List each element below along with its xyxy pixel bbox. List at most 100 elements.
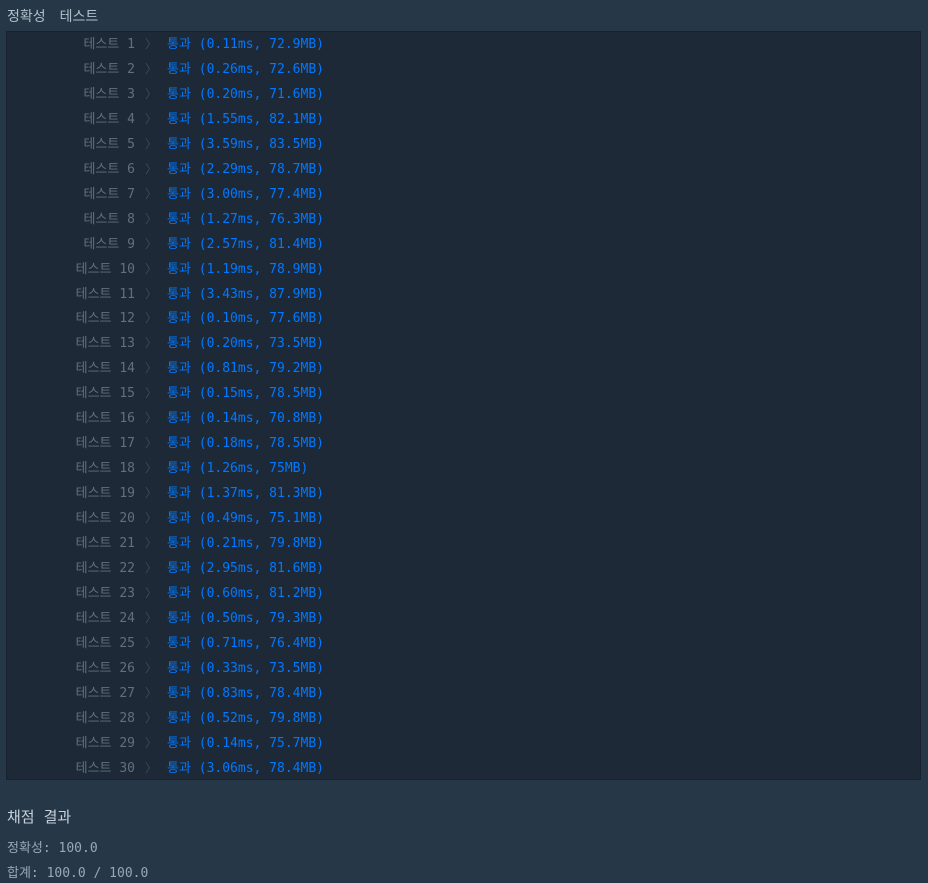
test-result-text: 통과 (1.37ms, 81.3MB) xyxy=(167,486,324,502)
test-result-text: 통과 (1.26ms, 75MB) xyxy=(167,461,309,477)
chevron-right-icon: 〉 xyxy=(145,261,158,276)
test-label: 테스트 10 xyxy=(75,261,135,277)
chevron-right-icon: 〉 xyxy=(145,336,158,351)
chevron-right-icon: 〉 xyxy=(145,186,158,201)
test-result-row: 테스트 24 〉 통과 (0.50ms, 79.3MB) xyxy=(7,606,920,631)
test-result-row: 테스트 20 〉 통과 (0.49ms, 75.1MB) xyxy=(7,506,920,531)
chevron-right-icon: 〉 xyxy=(145,136,158,151)
chevron-right-icon: 〉 xyxy=(145,386,158,401)
accuracy-score: 정확성: 100.0 xyxy=(7,841,98,856)
test-label: 테스트 28 xyxy=(75,710,135,726)
chevron-right-icon: 〉 xyxy=(145,585,158,600)
test-result-row: 테스트 22 〉 통과 (2.95ms, 81.6MB) xyxy=(7,556,920,581)
chevron-right-icon: 〉 xyxy=(145,536,158,550)
test-label: 테스트 14 xyxy=(75,361,135,377)
test-result-text: 통과 (0.14ms, 70.8MB) xyxy=(167,411,324,427)
accuracy-tab: 정확성 xyxy=(7,9,46,25)
test-label: 테스트 30 xyxy=(75,760,135,776)
chevron-right-icon: 〉 xyxy=(145,411,158,426)
test-result-text: 통과 (2.95ms, 81.6MB) xyxy=(167,560,324,576)
test-result-text: 통과 (0.18ms, 78.5MB) xyxy=(167,436,324,452)
test-result-row: 테스트 1 〉 통과 (0.11ms, 72.9MB) xyxy=(7,32,920,57)
chevron-right-icon: 〉 xyxy=(145,511,158,526)
test-tab: 테스트 xyxy=(59,9,99,25)
test-result-row: 테스트 27 〉 통과 (0.83ms, 78.4MB) xyxy=(7,681,920,706)
test-result-row: 테스트 18 〉 통과 (1.26ms, 75MB) xyxy=(7,456,920,481)
test-label: 테스트 9 xyxy=(83,236,135,252)
test-label: 테스트 20 xyxy=(75,511,135,527)
test-result-text: 통과 (0.71ms, 76.4MB) xyxy=(167,635,324,651)
test-label: 테스트 17 xyxy=(75,436,135,452)
test-result-row: 테스트 6 〉 통과 (2.29ms, 78.7MB) xyxy=(7,157,920,182)
test-label: 테스트 21 xyxy=(75,536,135,551)
test-result-row: 테스트 11 〉 통과 (3.43ms, 87.9MB) xyxy=(7,282,920,307)
test-result-row: 테스트 17 〉 통과 (0.18ms, 78.5MB) xyxy=(7,431,920,456)
test-label: 테스트 4 xyxy=(83,111,135,127)
test-label: 테스트 18 xyxy=(75,461,135,477)
test-result-text: 통과 (0.20ms, 73.5MB) xyxy=(167,336,324,352)
test-result-row: 테스트 21 〉 통과 (0.21ms, 79.8MB) xyxy=(7,531,920,556)
test-label: 테스트 26 xyxy=(75,660,135,676)
test-label: 테스트 12 xyxy=(75,311,135,327)
test-result-text: 통과 (3.59ms, 83.5MB) xyxy=(167,136,324,152)
test-result-text: 통과 (0.26ms, 72.6MB) xyxy=(167,61,324,77)
test-result-text: 통과 (0.49ms, 75.1MB) xyxy=(167,511,324,527)
chevron-right-icon: 〉 xyxy=(145,361,158,376)
test-result-text: 통과 (1.27ms, 76.3MB) xyxy=(167,211,324,227)
test-label: 테스트 2 xyxy=(83,61,135,77)
chevron-right-icon: 〉 xyxy=(145,660,158,675)
test-label: 테스트 23 xyxy=(75,585,135,601)
test-result-row: 테스트 14 〉 통과 (0.81ms, 79.2MB) xyxy=(7,356,920,381)
test-result-row: 테스트 8 〉 통과 (1.27ms, 76.3MB) xyxy=(7,207,920,232)
test-result-text: 통과 (0.14ms, 75.7MB) xyxy=(167,735,324,751)
test-label: 테스트 16 xyxy=(75,411,135,427)
test-result-text: 통과 (0.83ms, 78.4MB) xyxy=(167,685,324,701)
test-label: 테스트 3 xyxy=(83,86,135,102)
test-result-row: 테스트 13 〉 통과 (0.20ms, 73.5MB) xyxy=(7,331,920,356)
test-result-text: 통과 (3.00ms, 77.4MB) xyxy=(167,186,324,202)
test-result-text: 통과 (0.10ms, 77.6MB) xyxy=(167,311,324,327)
test-result-text: 통과 (2.29ms, 78.7MB) xyxy=(167,161,324,177)
test-label: 테스트 22 xyxy=(75,560,135,576)
test-label: 테스트 11 xyxy=(75,286,135,302)
total-score: 합계: 100.0 / 100.0 xyxy=(7,866,149,881)
chevron-right-icon: 〉 xyxy=(145,560,158,575)
chevron-right-icon: 〉 xyxy=(145,486,158,501)
test-result-row: 테스트 2 〉 통과 (0.26ms, 72.6MB) xyxy=(7,57,920,82)
test-label: 테스트 6 xyxy=(83,161,135,177)
chevron-right-icon: 〉 xyxy=(145,37,158,51)
test-result-text: 통과 (0.20ms, 71.6MB) xyxy=(167,86,324,102)
test-result-row: 테스트 19 〉 통과 (1.37ms, 81.3MB) xyxy=(7,481,920,506)
test-label: 테스트 24 xyxy=(75,610,135,626)
test-label: 테스트 7 xyxy=(83,186,135,202)
test-result-text: 통과 (0.33ms, 73.5MB) xyxy=(167,660,324,676)
test-result-text: 통과 (3.43ms, 87.9MB) xyxy=(167,286,324,302)
test-label: 테스트 1 xyxy=(83,37,135,52)
test-result-row: 테스트 9 〉 통과 (2.57ms, 81.4MB) xyxy=(7,232,920,257)
chevron-right-icon: 〉 xyxy=(145,610,158,625)
test-result-text: 통과 (0.81ms, 79.2MB) xyxy=(167,361,324,377)
chevron-right-icon: 〉 xyxy=(145,710,158,725)
test-result-row: 테스트 26 〉 통과 (0.33ms, 73.5MB) xyxy=(7,656,920,681)
test-result-text: 통과 (0.60ms, 81.2MB) xyxy=(167,585,324,601)
test-result-text: 통과 (0.50ms, 79.3MB) xyxy=(167,610,324,626)
test-label: 테스트 5 xyxy=(83,136,135,152)
test-label: 테스트 27 xyxy=(75,685,135,701)
test-label: 테스트 25 xyxy=(75,635,135,651)
chevron-right-icon: 〉 xyxy=(145,86,158,101)
grading-result-title: 채점 결과 xyxy=(7,808,72,826)
test-label: 테스트 15 xyxy=(75,386,135,402)
chevron-right-icon: 〉 xyxy=(145,311,158,326)
test-label: 테스트 13 xyxy=(75,336,135,352)
chevron-right-icon: 〉 xyxy=(145,685,158,700)
test-result-text: 통과 (0.52ms, 79.8MB) xyxy=(167,710,324,726)
chevron-right-icon: 〉 xyxy=(145,286,158,301)
chevron-right-icon: 〉 xyxy=(145,236,158,251)
test-result-row: 테스트 15 〉 통과 (0.15ms, 78.5MB) xyxy=(7,381,920,406)
test-result-text: 통과 (3.06ms, 78.4MB) xyxy=(167,760,324,776)
test-result-text: 통과 (0.15ms, 78.5MB) xyxy=(167,386,324,402)
test-result-text: 통과 (1.19ms, 78.9MB) xyxy=(167,261,324,277)
test-result-row: 테스트 16 〉 통과 (0.14ms, 70.8MB) xyxy=(7,406,920,431)
test-result-row: 테스트 3 〉 통과 (0.20ms, 71.6MB) xyxy=(7,82,920,107)
chevron-right-icon: 〉 xyxy=(145,211,158,226)
